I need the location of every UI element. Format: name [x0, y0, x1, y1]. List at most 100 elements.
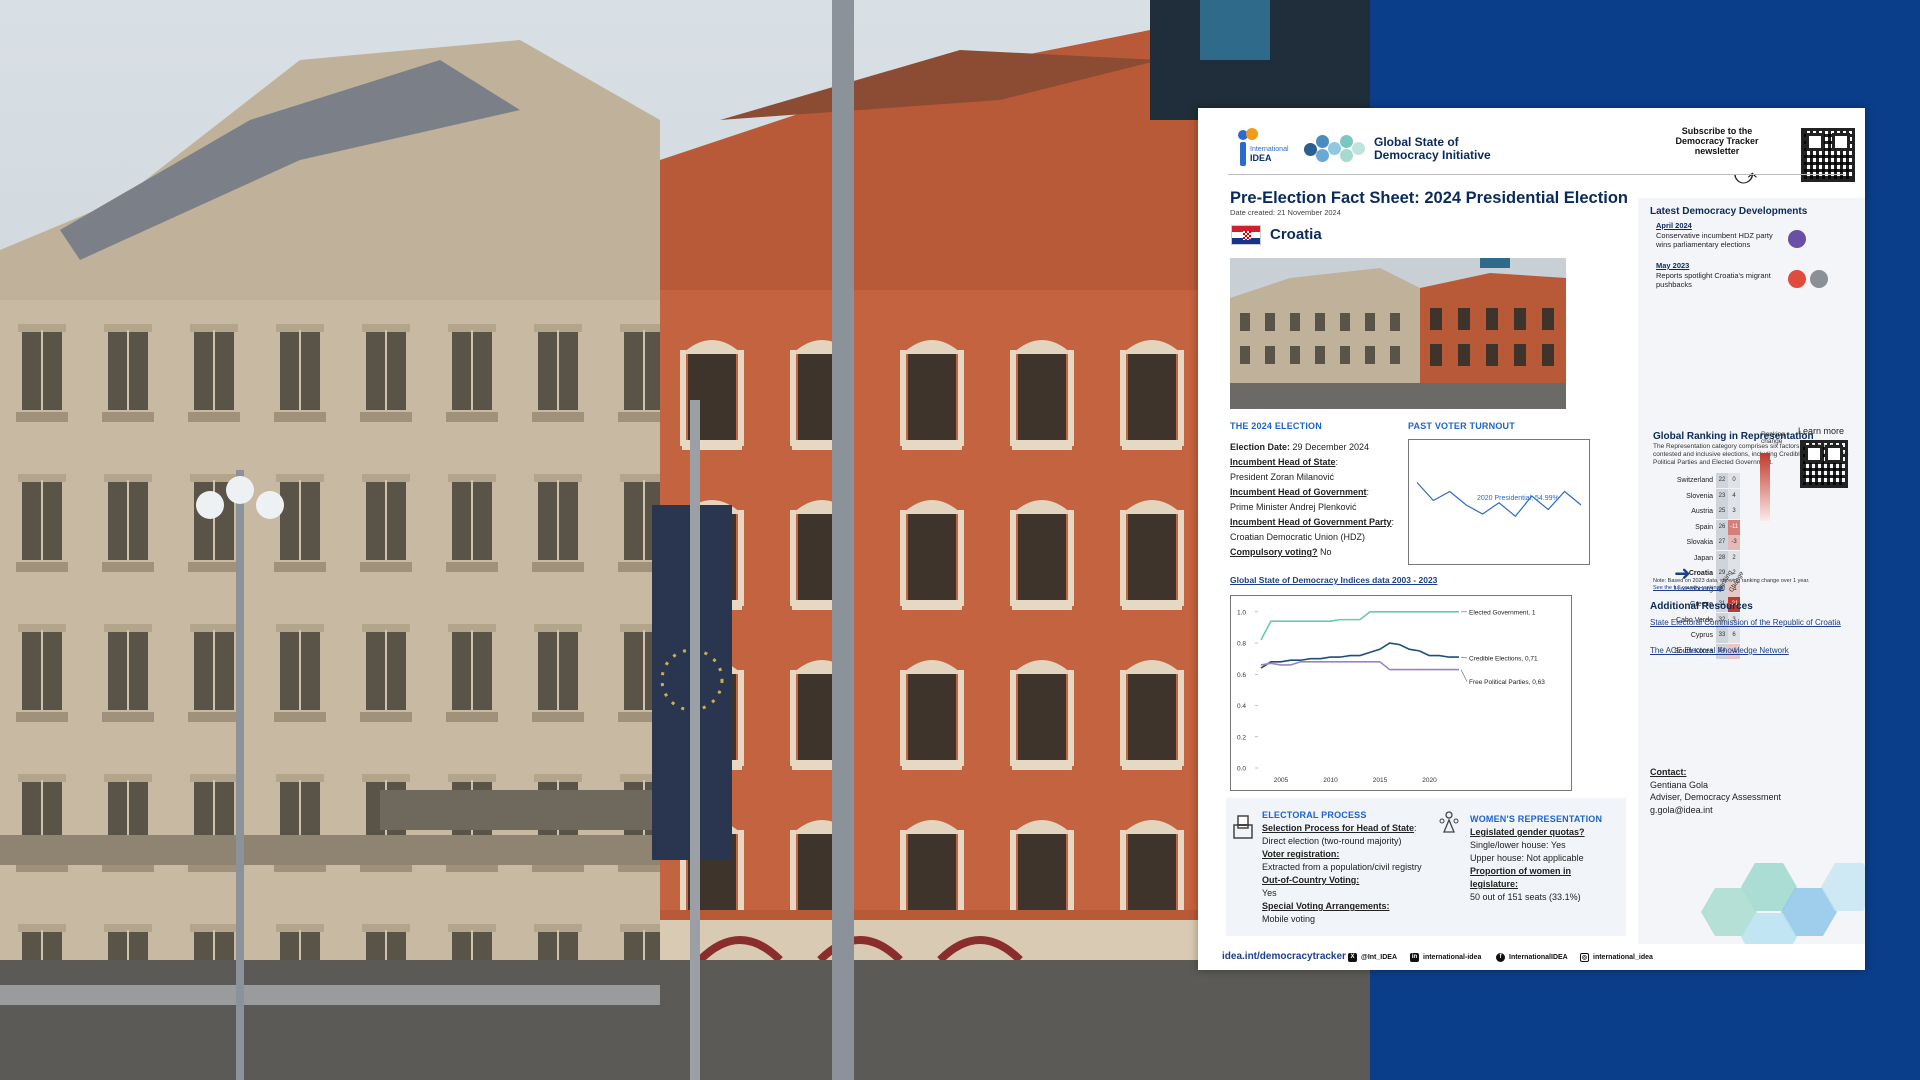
decorative-hexagons — [1701, 863, 1865, 944]
ranking-value: 26 — [1716, 519, 1728, 535]
ranking-value: 23 — [1716, 488, 1728, 504]
country-photo — [1230, 258, 1566, 409]
ranking-change-value: 0 — [1728, 473, 1740, 489]
facebook-icon: f — [1496, 953, 1505, 962]
hos-value: President Zoran Milanović — [1230, 472, 1335, 482]
special-arrangements-value: Mobile voting — [1262, 914, 1316, 924]
contact-email[interactable]: g.gola@idea.int — [1650, 804, 1781, 817]
ranking-value: 33 — [1716, 628, 1728, 644]
contact-role: Adviser, Democracy Assessment — [1650, 792, 1782, 802]
indices-data-link[interactable]: Global State of Democracy Indices data 2… — [1230, 575, 1437, 585]
curved-arrow-icon: ⤻ — [1733, 164, 1757, 189]
resource-link-ace-network[interactable]: The ACE Electoral Knowledge Network — [1650, 646, 1845, 656]
hog-label: Incumbent Head of Government — [1230, 487, 1367, 497]
turnout-chart: 2020 Presidential, 54.99% — [1408, 439, 1590, 565]
full-rankings-link[interactable]: See the full country rankings. — [1653, 585, 1863, 592]
initiative-name: Global State of Democracy Initiative — [1374, 135, 1491, 162]
ranking-change-value: 6 — [1728, 628, 1740, 644]
ranking-country: Switzerland — [1676, 477, 1713, 485]
election-date-value: 29 December 2024 — [1290, 442, 1370, 452]
women-figures-icon — [1439, 811, 1459, 833]
ranking-country: Japan — [1693, 554, 1713, 562]
x-tick-label: 2005 — [1274, 777, 1289, 784]
proportion-value: 50 out of 151 seats (33.1%) — [1470, 892, 1581, 902]
registration-value: Extracted from a population/civil regist… — [1262, 862, 1422, 872]
rankings-qr-code[interactable] — [1800, 440, 1848, 488]
series-label: Elected Government, 1 — [1469, 609, 1536, 616]
date-created: Date created: 21 November 2024 — [1230, 208, 1341, 217]
y-tick-label: 0.0 — [1237, 766, 1246, 773]
ranking-change-value: 4 — [1728, 488, 1740, 504]
ranking-change-value: 3 — [1728, 504, 1740, 520]
contact-name: Gentiana Gola — [1650, 779, 1709, 790]
series-line — [1260, 611, 1459, 641]
fact-sheet: International IDEA Global State of Democr… — [1198, 108, 1865, 970]
ranking-change-legend — [1760, 453, 1770, 521]
ranking-country: Austria — [1691, 508, 1713, 516]
header-divider — [1228, 174, 1845, 175]
quota-label: Legislated gender quotas? — [1470, 827, 1585, 837]
development-date[interactable]: May 2023 — [1656, 261, 1689, 270]
compulsory-value: No — [1317, 547, 1332, 557]
upper-house-quota: Upper house: Not applicable — [1470, 853, 1584, 863]
background-photo — [0, 0, 1370, 1080]
linkedin-handle[interactable]: in international-idea — [1410, 953, 1481, 962]
development-text: Reports spotlight Croatia's migrant push… — [1656, 271, 1771, 289]
international-idea-logo[interactable]: International IDEA — [1234, 126, 1290, 172]
democracy-tracker-url[interactable]: idea.int/democracytracker — [1222, 951, 1346, 962]
zagreb-street-illustration — [0, 0, 1370, 1080]
instagram-handle[interactable]: ◎ international_idea — [1580, 953, 1653, 962]
election-date-label: Election Date: — [1230, 442, 1291, 452]
subscribe-label[interactable]: Subscribe to the Democracy Tracker newsl… — [1667, 126, 1767, 156]
y-tick-label: 0.8 — [1237, 641, 1246, 648]
y-tick-label: 0.4 — [1237, 703, 1246, 710]
ranking-country: Cyprus — [1690, 632, 1713, 640]
ranking-row: Cyprus 33 6 — [1628, 628, 1740, 644]
y-tick-label: 0.2 — [1237, 734, 1246, 741]
contact-block: Contact: Gentiana Gola Adviser, Democrac… — [1650, 766, 1781, 816]
ranking-value: 28 — [1716, 550, 1728, 566]
ooc-voting-value: Yes — [1262, 888, 1277, 898]
ranking-change-legend-label: Ranking change — [1761, 431, 1785, 445]
learn-more-label[interactable]: Learn more — [1798, 426, 1844, 436]
human-rights-icon — [1788, 270, 1806, 288]
proportion-label: Proportion of women in legislature: — [1470, 866, 1571, 889]
x-handle[interactable]: X @Int_IDEA — [1348, 953, 1397, 962]
ballot-box-icon — [1233, 815, 1253, 839]
section-heading-electoral: ELECTORAL PROCESS — [1262, 810, 1367, 820]
contact-label: Contact: — [1650, 767, 1687, 777]
facebook-handle-text: InternationalIDEA — [1509, 954, 1568, 961]
resource-link-electoral-commission[interactable]: State Electoral Commission of the Republ… — [1650, 618, 1845, 628]
ranking-country: Spain — [1695, 523, 1713, 531]
linkedin-icon: in — [1410, 953, 1419, 962]
x-icon: X — [1348, 953, 1357, 962]
x-tick-label: 2020 — [1422, 777, 1437, 784]
development-text: Conservative incumbent HDZ party wins pa… — [1656, 231, 1773, 249]
ranking-row: Switzerland 22 0 — [1628, 473, 1740, 489]
resources-heading: Additional Resources — [1650, 601, 1753, 612]
x-tick-label: 2010 — [1323, 777, 1338, 784]
hos-label: Incumbent Head of State — [1230, 457, 1336, 467]
selection-value: Direct election (two-round majority) — [1262, 836, 1402, 846]
instagram-handle-text: international_idea — [1593, 954, 1653, 961]
series-label: Free Political Parties, 0,63 — [1469, 679, 1545, 686]
ranking-row: Austria 25 3 — [1628, 504, 1740, 520]
special-arrangements-label: Special Voting Arrangements: — [1262, 901, 1390, 911]
page-title: Pre-Election Fact Sheet: 2024 Presidenti… — [1230, 189, 1628, 207]
ranking-country: Slovakia — [1686, 539, 1713, 547]
compulsory-label: Compulsory voting? — [1230, 547, 1318, 557]
lower-house-quota: Single/lower house: Yes — [1470, 840, 1566, 850]
ranking-country: Croatia — [1688, 570, 1713, 578]
ranking-row: Slovenia 23 4 — [1628, 488, 1740, 505]
party-value: Croatian Democratic Union (HDZ) — [1230, 532, 1366, 542]
y-tick-label: 0.6 — [1237, 672, 1246, 679]
turnout-chart-svg: 2020 Presidential, 54.99% — [1416, 482, 1582, 518]
women-representation-facts: Legislated gender quotas? Single/lower h… — [1470, 826, 1610, 904]
instagram-icon: ◎ — [1580, 953, 1589, 962]
facebook-handle[interactable]: f InternationalIDEA — [1496, 953, 1568, 962]
ranking-note: Note: Based on 2023 data, showing rankin… — [1653, 578, 1863, 592]
election-facts: Election Date: 29 December 2024 Incumben… — [1230, 440, 1402, 560]
gsod-initiative-logo[interactable]: Global State of Democracy Initiative — [1304, 131, 1504, 167]
development-date[interactable]: April 2024 — [1656, 221, 1692, 230]
country-name: Croatia — [1270, 226, 1322, 243]
